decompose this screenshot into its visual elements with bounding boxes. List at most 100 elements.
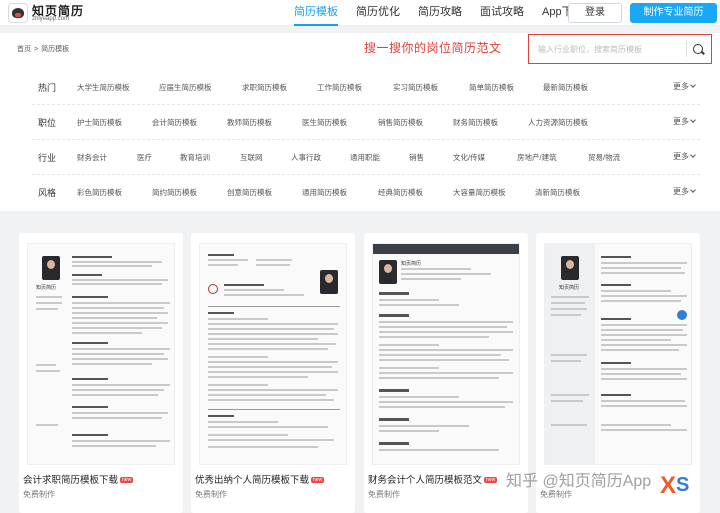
chevron-down-icon — [690, 187, 696, 193]
resume-line — [208, 264, 238, 266]
filter-item[interactable]: 贸易/物流 — [588, 152, 620, 163]
template-card[interactable]: 优秀出纳个人简历模板下载 new 免费制作 — [191, 233, 355, 513]
card-title[interactable]: 财务会计个人简历模板范文 new — [368, 472, 498, 486]
brand-subtitle: zhiyeapp.com — [32, 16, 70, 22]
filter-item[interactable]: 求职简历模板 — [242, 82, 287, 93]
filter-label: 职位 — [38, 118, 57, 128]
resume-line — [379, 401, 513, 403]
filter-item[interactable]: 大学生简历模板 — [77, 82, 130, 93]
filter-item[interactable]: 清新简历模板 — [535, 187, 580, 198]
resume-line — [72, 389, 164, 391]
search-input[interactable] — [538, 40, 682, 58]
more-button[interactable]: 更多 — [673, 116, 696, 127]
resume-line — [72, 406, 108, 408]
resume-line — [551, 302, 585, 304]
card-title[interactable]: 会计求职简历模板下载 new — [23, 472, 134, 486]
new-badge: new — [484, 477, 498, 483]
resume-line — [72, 327, 162, 329]
resume-name: 知页简历 — [401, 261, 422, 267]
filter-item[interactable]: 创意简历模板 — [227, 187, 272, 198]
filter-item[interactable]: 人事行政 — [291, 152, 321, 163]
resume-line — [601, 272, 685, 274]
resume-line — [379, 406, 505, 408]
filter-item[interactable]: 应届生简历模板 — [159, 82, 212, 93]
corner-logo-icon: XS — [660, 472, 690, 499]
filter-item[interactable]: 销售简历模板 — [378, 117, 423, 128]
main-nav: 简历模板 简历优化 简历攻略 面试攻略 App下载 — [294, 0, 602, 26]
more-button[interactable]: 更多 — [673, 81, 696, 92]
filter-item[interactable]: 最新简历模板 — [543, 82, 588, 93]
filter-item[interactable]: 实习简历模板 — [393, 82, 438, 93]
resume-thumbnail[interactable]: 知页简历 — [27, 243, 175, 465]
card-title[interactable]: 优秀出纳个人简历模板下载 new — [195, 472, 325, 486]
resume-line — [379, 331, 513, 333]
more-button[interactable]: 更多 — [673, 186, 696, 197]
nav-resume-guide[interactable]: 简历攻略 — [418, 0, 462, 26]
resume-line — [379, 336, 489, 338]
resume-line — [379, 425, 469, 427]
card-title-text: 优秀出纳个人简历模板下载 — [195, 475, 310, 486]
filter-item[interactable]: 护士简历模板 — [77, 117, 122, 128]
resume-line — [601, 429, 687, 431]
resume-line — [208, 348, 328, 350]
filter-item[interactable]: 工作简历模板 — [317, 82, 362, 93]
filter-item[interactable]: 简约简历模板 — [152, 187, 197, 198]
more-button[interactable]: 更多 — [673, 151, 696, 162]
filter-item[interactable]: 房地产/建筑 — [517, 152, 557, 163]
filter-item[interactable]: 经典简历模板 — [378, 187, 423, 198]
resume-line — [601, 329, 683, 331]
filter-row-hot: 热门 大学生简历模板 应届生简历模板 求职简历模板 工作简历模板 实习简历模板 … — [32, 70, 700, 105]
filter-item[interactable]: 医疗 — [137, 152, 152, 163]
filter-item[interactable]: 通用职能 — [350, 152, 380, 163]
resume-line — [208, 371, 338, 373]
filter-item[interactable]: 通用简历模板 — [302, 187, 347, 198]
top-header: 知页简历 zhiyeapp.com 简历模板 简历优化 简历攻略 面试攻略 Ap… — [0, 0, 720, 26]
resume-line — [379, 377, 499, 379]
resume-line — [224, 284, 264, 286]
resume-line — [601, 400, 685, 402]
resume-name: 知页简历 — [36, 285, 57, 291]
resume-line — [72, 342, 108, 344]
resume-line — [72, 265, 152, 267]
search-icon[interactable] — [693, 44, 703, 54]
breadcrumb-home[interactable]: 首页 — [17, 46, 31, 53]
resume-line — [72, 417, 162, 419]
login-button[interactable]: 登录 — [568, 3, 622, 23]
filter-item[interactable]: 教师简历模板 — [227, 117, 272, 128]
filter-item[interactable]: 文化/传媒 — [453, 152, 485, 163]
nav-resume-optimize[interactable]: 简历优化 — [356, 0, 400, 26]
filter-item[interactable]: 互联网 — [240, 152, 263, 163]
filter-item[interactable]: 财务简历模板 — [453, 117, 498, 128]
filter-item[interactable]: 人力资源简历模板 — [528, 117, 588, 128]
resume-line — [601, 334, 687, 336]
resume-line — [72, 363, 152, 365]
resume-header-band — [373, 244, 519, 254]
resume-line — [601, 378, 687, 380]
template-card[interactable]: 知页简历 — [364, 233, 528, 513]
filter-item[interactable]: 销售 — [409, 152, 424, 163]
resume-line — [379, 367, 439, 369]
nav-interview-guide[interactable]: 面试攻略 — [480, 0, 524, 26]
resume-section-bar — [379, 442, 409, 445]
nav-resume-templates[interactable]: 简历模板 — [294, 0, 338, 26]
resume-thumbnail[interactable]: 知页简历 — [372, 243, 520, 465]
filter-item[interactable]: 教育培训 — [180, 152, 210, 163]
filter-item[interactable]: 简单简历模板 — [469, 82, 514, 93]
filter-item[interactable]: 彩色简历模板 — [77, 187, 122, 198]
resume-line — [208, 376, 308, 378]
make-resume-button[interactable]: 制作专业简历 — [630, 3, 717, 23]
more-label: 更多 — [673, 117, 689, 126]
brand-logo[interactable]: 知页简历 zhiyeapp.com — [8, 2, 108, 24]
resume-line — [551, 400, 583, 402]
filter-item[interactable]: 财务会计 — [77, 152, 107, 163]
breadcrumb: 首页 > 简历模板 — [17, 44, 72, 54]
resume-thumbnail[interactable]: 知页简历 — [544, 243, 692, 465]
resume-line — [379, 299, 439, 301]
template-card[interactable]: 知页简历 — [19, 233, 183, 513]
resume-thumbnail[interactable] — [199, 243, 347, 465]
filter-item[interactable]: 会计简历模板 — [152, 117, 197, 128]
school-seal-icon — [208, 284, 218, 294]
filter-item[interactable]: 大容量简历模板 — [453, 187, 506, 198]
filter-item[interactable]: 医生简历模板 — [302, 117, 347, 128]
resume-line — [72, 394, 158, 396]
